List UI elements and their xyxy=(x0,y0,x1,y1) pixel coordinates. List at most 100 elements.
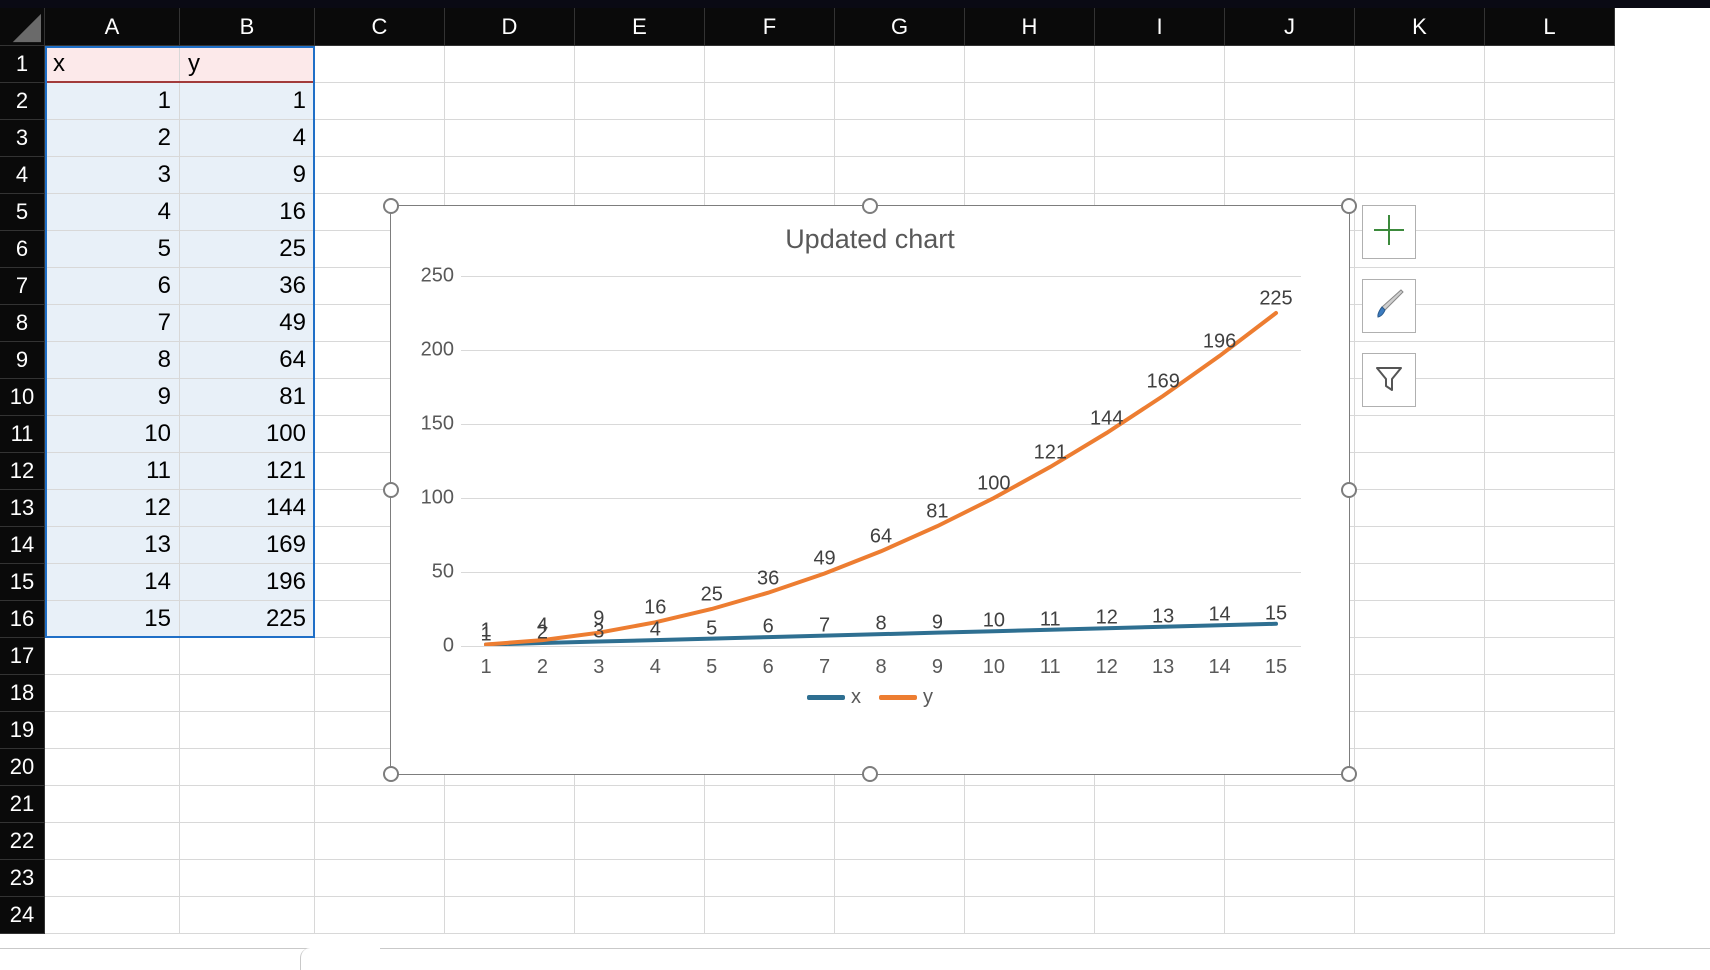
column-header-L[interactable]: L xyxy=(1485,8,1615,46)
cell-C22[interactable] xyxy=(315,823,445,860)
row-header-8[interactable]: 8 xyxy=(0,305,45,342)
cell-L1[interactable] xyxy=(1485,46,1615,83)
cell-E4[interactable] xyxy=(575,157,705,194)
cell-A16[interactable]: 15 xyxy=(45,601,180,638)
cell-G23[interactable] xyxy=(835,860,965,897)
cell-G22[interactable] xyxy=(835,823,965,860)
cell-I21[interactable] xyxy=(1095,786,1225,823)
cell-A9[interactable]: 8 xyxy=(45,342,180,379)
cell-L6[interactable] xyxy=(1485,231,1615,268)
chart-legend[interactable]: xy xyxy=(391,686,1349,709)
cell-G1[interactable] xyxy=(835,46,965,83)
cell-B9[interactable]: 64 xyxy=(180,342,315,379)
cell-J24[interactable] xyxy=(1225,897,1355,934)
cell-L23[interactable] xyxy=(1485,860,1615,897)
cell-J4[interactable] xyxy=(1225,157,1355,194)
cell-B6[interactable]: 25 xyxy=(180,231,315,268)
cell-B1[interactable]: y xyxy=(180,46,315,83)
cell-B24[interactable] xyxy=(180,897,315,934)
cell-E21[interactable] xyxy=(575,786,705,823)
cell-A24[interactable] xyxy=(45,897,180,934)
cell-B8[interactable]: 49 xyxy=(180,305,315,342)
cell-L19[interactable] xyxy=(1485,712,1615,749)
cell-D22[interactable] xyxy=(445,823,575,860)
cell-B21[interactable] xyxy=(180,786,315,823)
sheet-tab-bar[interactable] xyxy=(0,948,1710,970)
cell-L15[interactable] xyxy=(1485,564,1615,601)
column-header-E[interactable]: E xyxy=(575,8,705,46)
cell-A13[interactable]: 12 xyxy=(45,490,180,527)
chart-series-y[interactable] xyxy=(486,313,1276,645)
cell-K14[interactable] xyxy=(1355,527,1485,564)
cell-C24[interactable] xyxy=(315,897,445,934)
cell-J23[interactable] xyxy=(1225,860,1355,897)
cell-A2[interactable]: 1 xyxy=(45,83,180,120)
cell-L20[interactable] xyxy=(1485,749,1615,786)
cell-J21[interactable] xyxy=(1225,786,1355,823)
cell-H2[interactable] xyxy=(965,83,1095,120)
legend-item-y[interactable]: y xyxy=(879,686,933,709)
cell-H1[interactable] xyxy=(965,46,1095,83)
chart-object[interactable]: Updated chart 05010015020025012345678910… xyxy=(390,205,1350,775)
cell-D21[interactable] xyxy=(445,786,575,823)
cell-F23[interactable] xyxy=(705,860,835,897)
cell-C21[interactable] xyxy=(315,786,445,823)
cell-B22[interactable] xyxy=(180,823,315,860)
cell-K16[interactable] xyxy=(1355,601,1485,638)
cell-A23[interactable] xyxy=(45,860,180,897)
cell-E23[interactable] xyxy=(575,860,705,897)
chart-styles-button[interactable] xyxy=(1362,279,1416,333)
cell-C3[interactable] xyxy=(315,120,445,157)
row-header-17[interactable]: 17 xyxy=(0,638,45,675)
cell-J3[interactable] xyxy=(1225,120,1355,157)
column-header-K[interactable]: K xyxy=(1355,8,1485,46)
column-header-C[interactable]: C xyxy=(315,8,445,46)
cell-A20[interactable] xyxy=(45,749,180,786)
cell-A8[interactable]: 7 xyxy=(45,305,180,342)
cell-A15[interactable]: 14 xyxy=(45,564,180,601)
cell-L16[interactable] xyxy=(1485,601,1615,638)
legend-item-x[interactable]: x xyxy=(807,686,861,709)
cell-B5[interactable]: 16 xyxy=(180,194,315,231)
cell-B19[interactable] xyxy=(180,712,315,749)
cell-I23[interactable] xyxy=(1095,860,1225,897)
cell-A18[interactable] xyxy=(45,675,180,712)
cell-A10[interactable]: 9 xyxy=(45,379,180,416)
column-header-I[interactable]: I xyxy=(1095,8,1225,46)
cell-E3[interactable] xyxy=(575,120,705,157)
cell-G24[interactable] xyxy=(835,897,965,934)
row-header-13[interactable]: 13 xyxy=(0,490,45,527)
cell-F24[interactable] xyxy=(705,897,835,934)
row-header-10[interactable]: 10 xyxy=(0,379,45,416)
cell-L8[interactable] xyxy=(1485,305,1615,342)
cell-B11[interactable]: 100 xyxy=(180,416,315,453)
row-header-1[interactable]: 1 xyxy=(0,46,45,83)
cell-L2[interactable] xyxy=(1485,83,1615,120)
cell-E1[interactable] xyxy=(575,46,705,83)
cell-L4[interactable] xyxy=(1485,157,1615,194)
row-header-14[interactable]: 14 xyxy=(0,527,45,564)
cell-A17[interactable] xyxy=(45,638,180,675)
cell-A4[interactable]: 3 xyxy=(45,157,180,194)
cell-L5[interactable] xyxy=(1485,194,1615,231)
column-header-A[interactable]: A xyxy=(45,8,180,46)
cell-G21[interactable] xyxy=(835,786,965,823)
cell-A7[interactable]: 6 xyxy=(45,268,180,305)
select-all-corner[interactable] xyxy=(0,8,45,46)
cell-B4[interactable]: 9 xyxy=(180,157,315,194)
cell-L3[interactable] xyxy=(1485,120,1615,157)
cell-A22[interactable] xyxy=(45,823,180,860)
cell-I1[interactable] xyxy=(1095,46,1225,83)
cell-D3[interactable] xyxy=(445,120,575,157)
cell-C2[interactable] xyxy=(315,83,445,120)
cell-G2[interactable] xyxy=(835,83,965,120)
cell-L17[interactable] xyxy=(1485,638,1615,675)
cell-D1[interactable] xyxy=(445,46,575,83)
cell-G4[interactable] xyxy=(835,157,965,194)
column-header-J[interactable]: J xyxy=(1225,8,1355,46)
row-header-5[interactable]: 5 xyxy=(0,194,45,231)
chart-filters-button[interactable] xyxy=(1362,353,1416,407)
cell-L12[interactable] xyxy=(1485,453,1615,490)
cell-A5[interactable]: 4 xyxy=(45,194,180,231)
chart-plot-area[interactable]: 0501001502002501234567891011121314151234… xyxy=(461,276,1301,646)
